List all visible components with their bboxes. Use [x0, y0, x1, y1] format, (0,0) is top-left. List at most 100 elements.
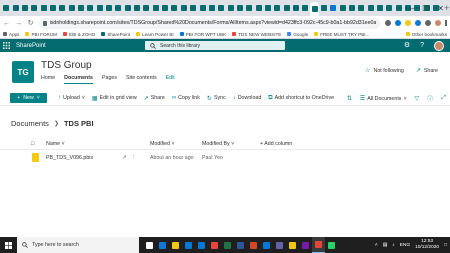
site-title[interactable]: TDS Group: [41, 60, 92, 71]
browser-tab[interactable]: [11, 2, 20, 14]
browser-tab[interactable]: [198, 2, 207, 14]
browser-tab[interactable]: [67, 2, 76, 14]
extensions-puzzle-icon[interactable]: [425, 20, 431, 26]
copy-link-button[interactable]: ∞ Copy link: [172, 95, 200, 101]
clock[interactable]: 12:53 10/12/2020: [415, 239, 439, 251]
extension-icon[interactable]: [395, 20, 401, 26]
reload-icon[interactable]: ↻: [27, 20, 34, 27]
grid-view-button[interactable]: ▦ Edit in grid view: [92, 95, 137, 102]
browser-tab[interactable]: [217, 2, 226, 14]
onedrive-icon[interactable]: [415, 20, 421, 26]
other-bookmarks[interactable]: Other bookmarks: [405, 32, 447, 37]
sort-icon[interactable]: ⇅: [347, 95, 352, 102]
close-icon[interactable]: ✕: [437, 4, 444, 13]
expand-icon[interactable]: ⤢: [441, 95, 446, 102]
network-icon[interactable]: ▤: [383, 243, 388, 248]
column-modified-by[interactable]: Modified By ˅: [202, 141, 234, 147]
browser-tab[interactable]: [58, 2, 67, 14]
browser-tab[interactable]: [236, 2, 245, 14]
account-avatar[interactable]: [434, 40, 444, 51]
browser-tab[interactable]: [2, 2, 11, 14]
app-name[interactable]: SharePoint: [16, 43, 46, 49]
browser-tab[interactable]: [226, 2, 235, 14]
search-input[interactable]: Search this library: [145, 41, 285, 50]
site-logo[interactable]: TG: [12, 61, 34, 83]
teams-icon[interactable]: [273, 237, 286, 253]
add-shortcut-button[interactable]: ⧉ Add shortcut to OneDrive: [268, 95, 334, 102]
filter-icon[interactable]: ▽: [415, 95, 420, 102]
windows-start-icon[interactable]: [0, 237, 17, 253]
browser-tab[interactable]: [264, 2, 273, 14]
browser-tab[interactable]: [21, 2, 30, 14]
browser-tab[interactable]: [292, 2, 301, 14]
bookmark-item[interactable]: TDS NEW WEBSITE: [232, 32, 281, 37]
back-icon[interactable]: ←: [3, 20, 10, 27]
bookmark-item[interactable]: PBI FOR WPT UBK: [179, 32, 226, 37]
browser-tab[interactable]: [282, 2, 291, 14]
browser-tab[interactable]: [114, 2, 123, 14]
browser-tab[interactable]: [30, 2, 39, 14]
breadcrumb-root[interactable]: Documents: [11, 119, 49, 128]
column-name[interactable]: Name ˅: [46, 141, 65, 147]
url-field[interactable]: isdnholdings.sharepoint.com/sites/TDSGro…: [39, 17, 380, 29]
file-explorer-icon[interactable]: [169, 237, 182, 253]
bookmark-item[interactable]: PBI FORUM: [25, 32, 57, 37]
settings-gear-icon[interactable]: ⚙: [404, 42, 410, 49]
add-column-button[interactable]: + Add column: [260, 141, 292, 147]
browser-tab[interactable]: [338, 2, 347, 14]
site-share-button[interactable]: ↗ Share: [416, 67, 438, 75]
browser-tab[interactable]: [301, 2, 310, 14]
help-icon[interactable]: ?: [420, 42, 424, 49]
browser-tab[interactable]: [170, 2, 179, 14]
view-switcher[interactable]: ☰ All Documents ˅: [360, 95, 407, 103]
bookmark-item[interactable]: EBI & ZOHO: [63, 32, 95, 37]
browser-tab[interactable]: [357, 2, 366, 14]
browser-tab[interactable]: [189, 2, 198, 14]
bookmark-item[interactable]: Apps: [3, 32, 19, 37]
store-icon[interactable]: [182, 237, 195, 253]
bookmark-item[interactable]: Learn Power BI: [136, 32, 174, 37]
notifications-icon[interactable]: □: [444, 243, 447, 248]
nav-edit[interactable]: Edit: [166, 75, 175, 84]
browser-tab[interactable]: [142, 2, 151, 14]
language-indicator[interactable]: ENG: [400, 243, 410, 248]
new-button[interactable]: + New ˅: [10, 93, 47, 103]
browser-tab[interactable]: [152, 2, 161, 14]
browser-tab[interactable]: [273, 2, 282, 14]
browser-tab[interactable]: [86, 2, 95, 14]
word-icon[interactable]: [234, 237, 247, 253]
nav-documents[interactable]: Documents: [64, 75, 93, 84]
follow-button[interactable]: ☆ Not following: [365, 67, 404, 75]
app-launcher-icon[interactable]: [0, 39, 13, 52]
browser-tab[interactable]: [77, 2, 86, 14]
forward-icon[interactable]: →: [15, 20, 22, 27]
excel-icon[interactable]: [221, 237, 234, 253]
whatsapp-icon[interactable]: [325, 237, 338, 253]
bookmark-item[interactable]: Google: [287, 32, 308, 37]
share-icon[interactable]: ↗: [122, 155, 126, 161]
browser-tab[interactable]: [376, 2, 385, 14]
browser-tab[interactable]: [39, 2, 48, 14]
nav-pages[interactable]: Pages: [102, 75, 117, 84]
extension-icon[interactable]: [405, 20, 411, 26]
power-bi-icon[interactable]: [286, 237, 299, 253]
file-name[interactable]: PB_TDS_V096.pbix: [46, 155, 93, 161]
onenote-icon[interactable]: [299, 237, 312, 253]
info-icon[interactable]: ⓘ: [427, 94, 433, 103]
table-row[interactable]: PB_TDS_V096.pbix ↗ ⋮ About an hour ago P…: [0, 150, 450, 166]
sync-button[interactable]: ↻ Sync: [207, 95, 226, 102]
chrome-icon[interactable]: [208, 237, 221, 253]
browser-tab[interactable]: [348, 2, 357, 14]
browser-tab[interactable]: [320, 2, 329, 14]
browser-tab[interactable]: [329, 2, 338, 14]
task-view-icon[interactable]: [143, 237, 156, 253]
edge-icon[interactable]: [156, 237, 169, 253]
taskbar-search-input[interactable]: Type here to search: [17, 237, 139, 253]
lock-icon[interactable]: [43, 20, 47, 26]
browser-tab[interactable]: [133, 2, 142, 14]
mail-icon[interactable]: [195, 237, 208, 253]
browser-tab[interactable]: [385, 2, 394, 14]
browser-tab[interactable]: [180, 2, 189, 14]
browser-tab[interactable]: [161, 2, 170, 14]
browser-tab[interactable]: [105, 2, 114, 14]
